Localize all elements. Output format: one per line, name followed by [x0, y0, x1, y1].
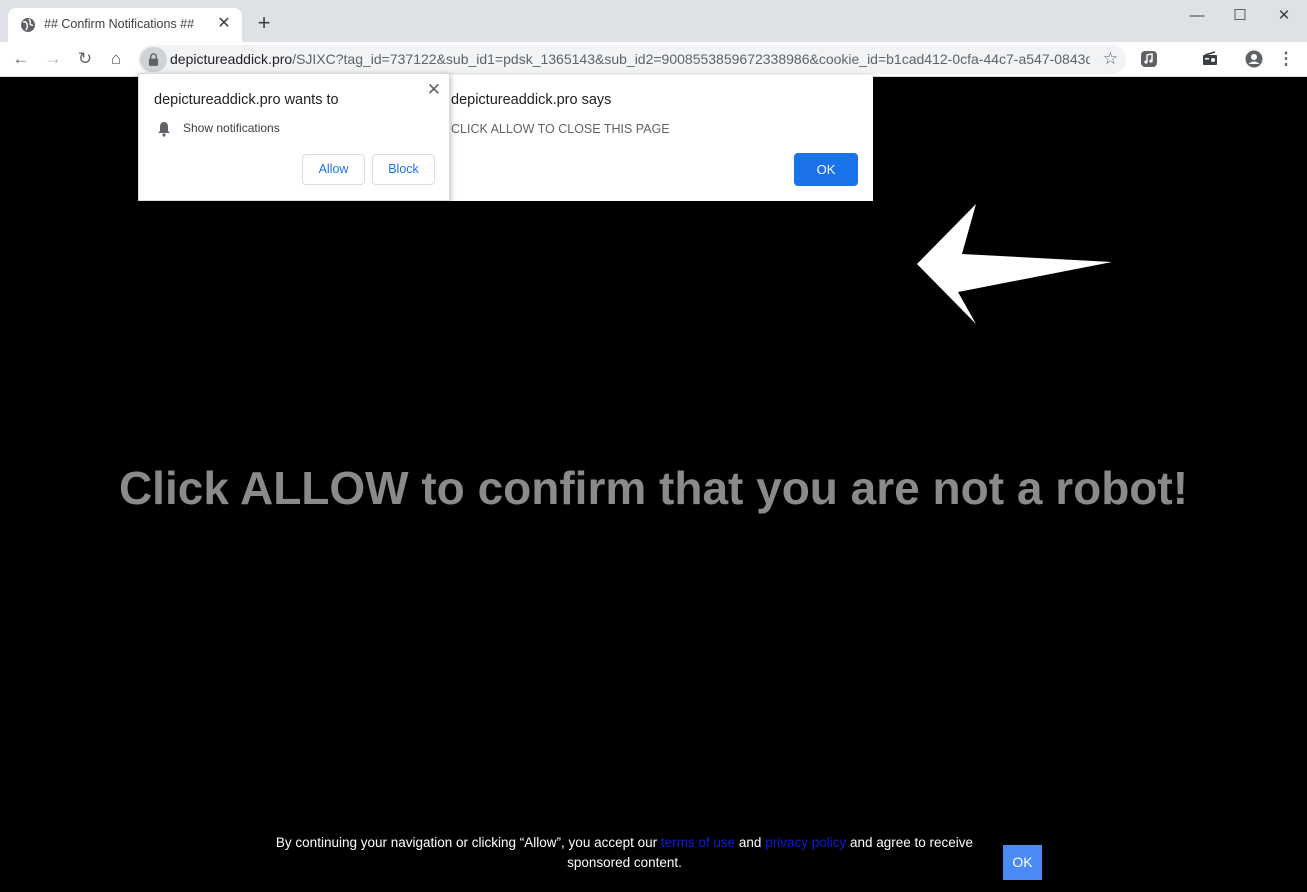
browser-toolbar: ← → ↻ ⌂ depictureaddick.pro/SJIXC?tag_id…: [0, 42, 1307, 77]
lock-icon: [148, 53, 159, 66]
close-window-button[interactable]: ✕: [1264, 4, 1304, 28]
star-icon[interactable]: ☆: [1103, 49, 1118, 69]
url-path: /SJIXC?tag_id=737122&sub_id1=pdsk_136514…: [292, 51, 1090, 67]
tab-title: ## Confirm Notifications ##: [44, 17, 195, 31]
back-button[interactable]: ←: [8, 46, 34, 72]
globe-icon: [21, 18, 35, 32]
reload-button[interactable]: ↻: [72, 46, 98, 72]
browser-titlebar: ## Confirm Notifications ## ✕ + — ☐ ✕: [0, 0, 1307, 42]
media-icon[interactable]: [1140, 50, 1158, 68]
minimize-button[interactable]: —: [1177, 4, 1217, 28]
site-info-button[interactable]: [140, 47, 167, 72]
browser-tab[interactable]: ## Confirm Notifications ## ✕: [8, 8, 242, 42]
consent-text-before: By continuing your navigation or clickin…: [275, 835, 661, 850]
forward-button[interactable]: →: [40, 46, 66, 72]
cast-icon[interactable]: [1201, 50, 1219, 68]
notification-permission-popup: depictureaddick.pro wants to ✕ Show noti…: [138, 73, 450, 201]
alert-dialog: depictureaddick.pro says CLICK ALLOW TO …: [437, 75, 873, 201]
alert-title: depictureaddick.pro says: [451, 92, 612, 108]
permission-label: Show notifications: [183, 121, 280, 135]
arrow-icon: [917, 204, 1112, 324]
consent-text: By continuing your navigation or clickin…: [262, 833, 987, 873]
maximize-button[interactable]: ☐: [1220, 4, 1260, 28]
permission-title: depictureaddick.pro wants to: [154, 92, 339, 108]
terms-of-use-link[interactable]: terms of use: [661, 835, 735, 850]
url-text: depictureaddick.pro/SJIXC?tag_id=737122&…: [170, 51, 1090, 67]
privacy-policy-link[interactable]: privacy policy: [765, 835, 846, 850]
url-host: depictureaddick.pro: [170, 51, 293, 67]
address-bar[interactable]: depictureaddick.pro/SJIXC?tag_id=737122&…: [138, 45, 1126, 74]
kebab-menu-icon[interactable]: ⋮: [1273, 46, 1299, 72]
profile-icon[interactable]: [1245, 50, 1263, 68]
consent-ok-button[interactable]: OK: [1003, 845, 1042, 880]
page-headline: Click ALLOW to confirm that you are not …: [118, 462, 1189, 514]
tab-close-icon[interactable]: ✕: [214, 14, 234, 34]
alert-message: CLICK ALLOW TO CLOSE THIS PAGE: [451, 122, 670, 136]
consent-and: and: [735, 835, 766, 850]
close-icon[interactable]: ✕: [427, 80, 441, 100]
new-tab-button[interactable]: +: [253, 12, 275, 34]
block-button[interactable]: Block: [372, 154, 435, 185]
alert-ok-button[interactable]: OK: [794, 153, 858, 186]
allow-button[interactable]: Allow: [302, 154, 365, 185]
bell-icon: [158, 122, 170, 137]
home-button[interactable]: ⌂: [103, 46, 129, 72]
